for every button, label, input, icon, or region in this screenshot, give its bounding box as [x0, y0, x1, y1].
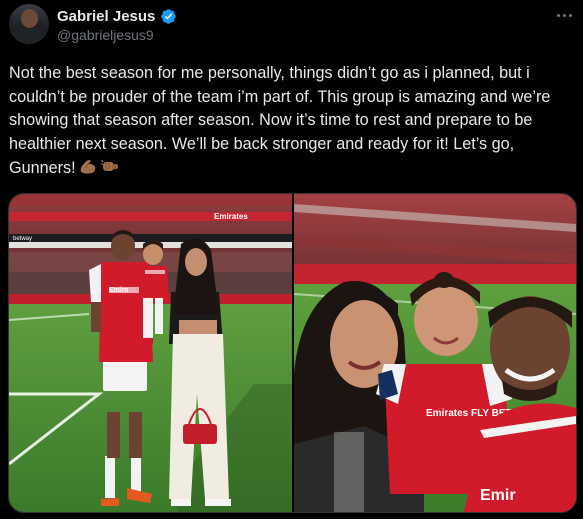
stadium-ad-text: betway	[13, 236, 32, 242]
verified-badge-icon	[161, 8, 177, 24]
media-gallery: Emirates betway Emira Emirates FLY BETTE…	[8, 193, 577, 513]
flexed-biceps-icon	[80, 160, 95, 174]
author-handle[interactable]: @gabrieljesus9	[57, 27, 154, 43]
fist-bump-icon	[100, 160, 118, 172]
jersey-text: Emira	[109, 287, 129, 294]
photo-left-image: Emirates betway Emira	[9, 194, 292, 512]
photo-left[interactable]: Emirates betway Emira	[9, 194, 292, 512]
photo-right-image: Emirates FLY BETTER Emir	[294, 194, 576, 512]
avatar[interactable]	[9, 4, 49, 44]
author-row: Gabriel Jesus	[57, 6, 177, 26]
tweet: Gabriel Jesus @gabrieljesus9 Not the bes…	[0, 0, 583, 519]
emoji-group	[78, 156, 120, 176]
post-text: Not the best season for me personally, t…	[9, 62, 579, 181]
more-options-icon[interactable]	[553, 7, 575, 23]
stadium-board-text: Emirates	[214, 212, 248, 221]
photo-right[interactable]: Emirates FLY BETTER Emir	[294, 194, 576, 512]
player-jersey-text: Emir	[480, 487, 516, 504]
author-display-name[interactable]: Gabriel Jesus	[57, 8, 155, 25]
